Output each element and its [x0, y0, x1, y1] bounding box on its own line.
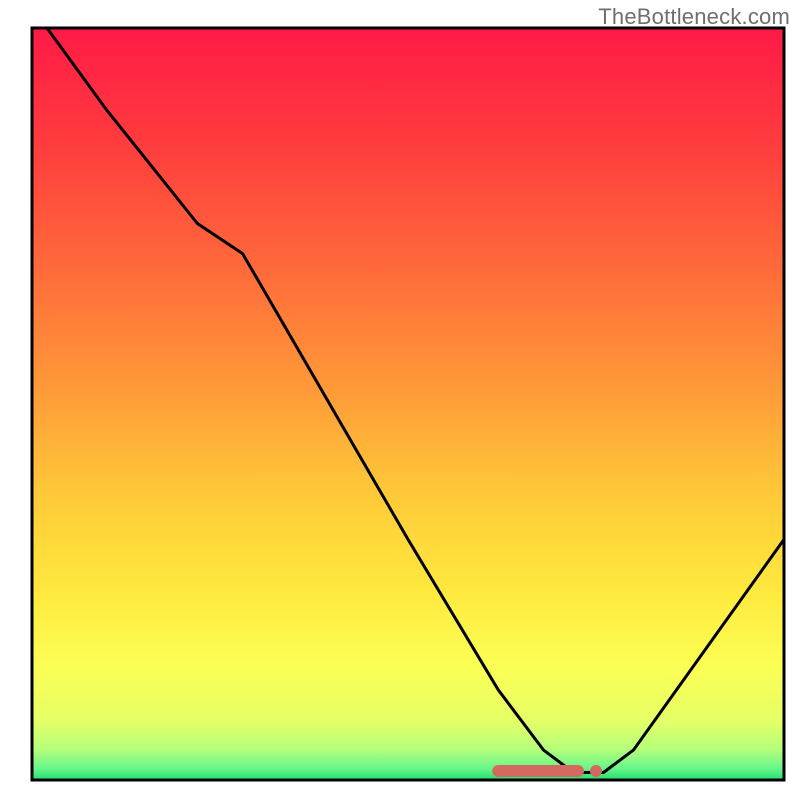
- watermark-text: TheBottleneck.com: [598, 4, 790, 30]
- bottleneck-chart: [0, 0, 800, 800]
- chart-container: TheBottleneck.com: [0, 0, 800, 800]
- plot-background: [32, 28, 784, 780]
